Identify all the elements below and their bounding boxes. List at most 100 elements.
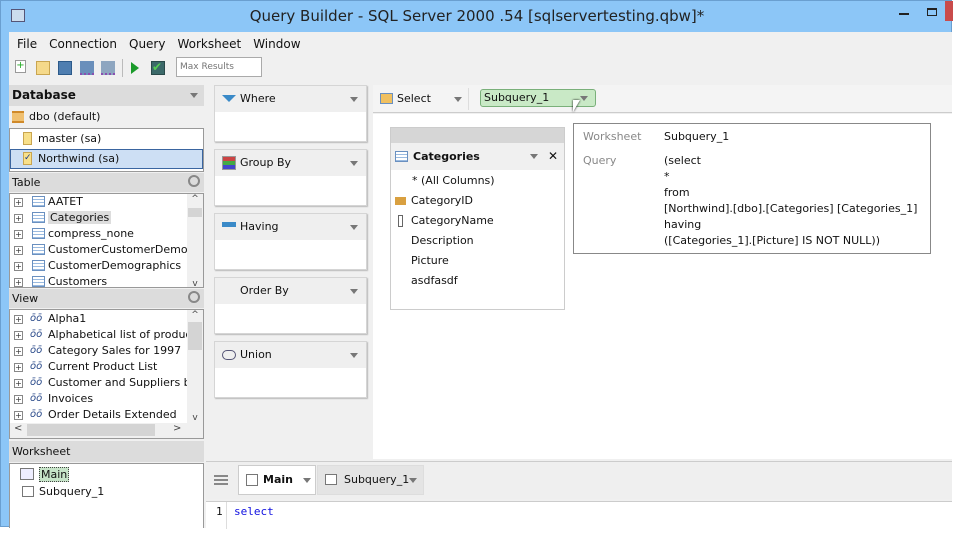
table-item-label: CustomerDemographics xyxy=(48,259,182,272)
chevron-down-icon[interactable] xyxy=(303,478,311,483)
tab-subquery-1[interactable]: Subquery_1 xyxy=(317,465,424,495)
table-box-header[interactable]: Categories ✕ xyxy=(391,143,564,170)
column-item[interactable]: CategoryName xyxy=(391,211,564,231)
menu-file[interactable]: File xyxy=(17,37,37,51)
chevron-down-icon[interactable] xyxy=(350,225,358,230)
menu-connection[interactable]: Connection xyxy=(49,37,117,51)
scrollbar-thumb[interactable] xyxy=(188,208,202,217)
tooltip-query-value: (select * from [Northwind].[dbo].[Categorie… xyxy=(655,153,925,249)
expand-icon[interactable]: + xyxy=(14,347,23,356)
table-item[interactable]: + Customers xyxy=(10,274,203,287)
open-folder-icon[interactable] xyxy=(36,61,50,75)
expand-icon[interactable]: + xyxy=(14,246,23,255)
chevron-down-icon[interactable] xyxy=(350,289,358,294)
table-icon xyxy=(32,196,45,207)
view-item[interactable]: + ōō Customer and Suppliers by C xyxy=(10,375,203,391)
view-item[interactable]: + ōō Invoices xyxy=(10,391,203,407)
chevron-down-icon[interactable] xyxy=(190,93,198,98)
chevron-down-icon[interactable] xyxy=(350,97,358,102)
chevron-down-icon[interactable] xyxy=(530,154,538,159)
chevron-down-icon[interactable] xyxy=(409,478,417,483)
worksheet-main-icon xyxy=(20,468,34,480)
search-icon[interactable] xyxy=(188,291,200,303)
sql-editor[interactable]: 1 select xyxy=(206,501,952,529)
chevron-down-icon xyxy=(454,97,462,102)
column-item[interactable]: Description xyxy=(391,231,564,251)
chevron-down-icon[interactable] xyxy=(350,353,358,358)
chevron-down-icon[interactable] xyxy=(350,161,358,166)
table-scrollbar[interactable]: ^ v xyxy=(187,194,203,287)
column-item[interactable]: asdfasdf xyxy=(391,271,564,291)
worksheet-header: Worksheet xyxy=(9,441,204,462)
expand-icon[interactable]: + xyxy=(14,331,23,340)
expand-icon[interactable]: + xyxy=(14,214,23,223)
view-title: View xyxy=(12,292,39,305)
search-icon[interactable] xyxy=(188,175,200,187)
run-icon[interactable] xyxy=(131,62,139,74)
database-item-selected[interactable]: ✓ Northwind (sa) xyxy=(10,149,203,169)
new-icon[interactable]: + xyxy=(15,60,26,73)
clause-order-by[interactable]: Order By xyxy=(214,277,367,334)
expand-icon[interactable]: + xyxy=(14,411,23,420)
execute-check-icon[interactable]: ✔ xyxy=(151,61,165,75)
table-item[interactable]: + AATET xyxy=(10,194,203,210)
schema-row[interactable]: dbo (default) xyxy=(9,107,204,127)
expand-icon[interactable]: + xyxy=(14,379,23,388)
save-as-icon[interactable] xyxy=(80,61,94,75)
column-item[interactable]: * (All Columns) xyxy=(391,171,564,191)
menu-window[interactable]: Window xyxy=(253,37,300,51)
column-label: Description xyxy=(411,234,474,247)
close-button[interactable] xyxy=(945,1,953,21)
clause-group-by[interactable]: Group By xyxy=(214,149,367,206)
expand-icon[interactable]: + xyxy=(14,315,23,324)
view-item[interactable]: + ōō Order Details Extended xyxy=(10,407,203,423)
index-icon xyxy=(398,215,403,227)
column-label: * (All Columns) xyxy=(412,174,495,187)
menu-worksheet[interactable]: Worksheet xyxy=(177,37,241,51)
view-item[interactable]: + ōō Alphabetical list of products xyxy=(10,327,203,343)
view-hscrollbar[interactable]: < > xyxy=(10,423,203,438)
save-all-icon[interactable] xyxy=(101,61,115,75)
expand-icon[interactable]: + xyxy=(14,363,23,372)
menu-lines-icon[interactable] xyxy=(214,475,228,485)
clause-having[interactable]: Having xyxy=(214,213,367,270)
view-item-label: Alphabetical list of products xyxy=(48,328,202,341)
sql-code: select xyxy=(234,505,274,518)
expand-icon[interactable]: + xyxy=(14,198,23,207)
save-icon[interactable] xyxy=(58,61,72,75)
table-item[interactable]: + compress_none xyxy=(10,226,203,242)
view-item[interactable]: + ōō Alpha1 xyxy=(10,311,203,327)
column-item[interactable]: Picture xyxy=(391,251,564,271)
worksheet-item-subquery[interactable]: Subquery_1 xyxy=(10,483,203,500)
expand-icon[interactable]: + xyxy=(14,395,23,404)
clause-union[interactable]: Union xyxy=(214,341,367,398)
view-item[interactable]: + ōō Current Product List xyxy=(10,359,203,375)
maximize-button[interactable] xyxy=(927,8,937,16)
table-item[interactable]: + CustomerCustomerDemo xyxy=(10,242,203,258)
view-item[interactable]: + ōō Category Sales for 1997 xyxy=(10,343,203,359)
chevron-down-icon xyxy=(580,96,588,101)
menu-query[interactable]: Query xyxy=(129,37,165,51)
subquery-icon xyxy=(325,474,337,485)
database-item[interactable]: master (sa) xyxy=(10,129,203,149)
table-item[interactable]: + Categories xyxy=(10,210,203,226)
clause-where[interactable]: Where xyxy=(214,85,367,142)
expand-icon[interactable]: + xyxy=(14,278,23,287)
column-item[interactable]: CategoryID xyxy=(391,191,564,211)
minimize-button[interactable] xyxy=(899,13,909,15)
hscroll-thumb[interactable] xyxy=(27,424,155,436)
query-line: having xyxy=(664,218,702,231)
worksheet-item-main[interactable]: Main xyxy=(10,466,203,483)
expand-icon[interactable]: + xyxy=(14,230,23,239)
tab-main[interactable]: Main xyxy=(238,465,316,495)
select-dropdown[interactable]: Select xyxy=(377,88,469,110)
expand-icon[interactable]: + xyxy=(14,262,23,271)
close-icon[interactable]: ✕ xyxy=(548,143,558,170)
query-canvas[interactable]: Categories ✕ * (All Columns) CategoryID Ca… xyxy=(373,114,952,459)
view-scrollbar[interactable]: ^ v xyxy=(187,310,203,423)
scrollbar-thumb[interactable] xyxy=(188,322,202,350)
table-box-categories[interactable]: Categories ✕ * (All Columns) CategoryID Ca… xyxy=(390,127,565,310)
table-box-grip[interactable] xyxy=(391,128,564,143)
max-results-input[interactable] xyxy=(176,57,262,77)
table-item[interactable]: + CustomerDemographics xyxy=(10,258,203,274)
